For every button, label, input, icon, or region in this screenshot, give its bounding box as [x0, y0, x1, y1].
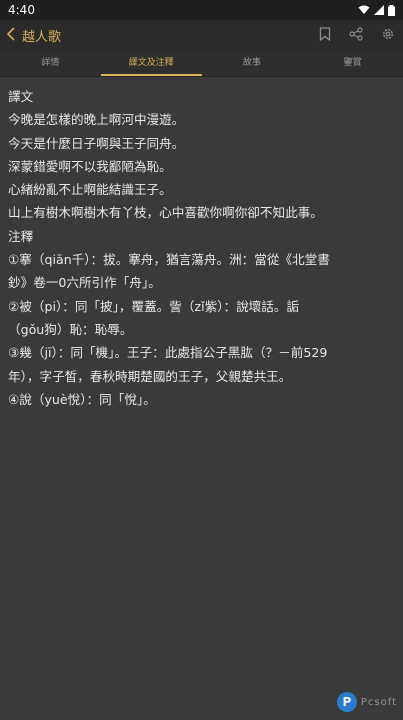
article-content: 譯文 今晚是怎樣的晚上啊河中漫遊。 今天是什麼日子啊與王子同舟。 深蒙錯愛啊不以… — [0, 77, 403, 411]
status-bar: 4:40 — [0, 0, 403, 20]
status-time: 4:40 — [8, 3, 35, 17]
signal-icon — [374, 5, 384, 15]
translation-line: 深蒙錯愛啊不以我鄙陋為恥。 — [8, 158, 172, 174]
watermark-text: Pcsoft — [360, 696, 397, 708]
tab-details[interactable]: 詳情 — [0, 50, 101, 76]
app-bar: 越人歌 — [0, 20, 403, 50]
wifi-icon — [358, 5, 370, 14]
note-line: （gǒu狗）恥：恥辱。 — [8, 321, 133, 337]
note-line: 年），字子皙，春秋時期楚國的王子，父親楚共王。 — [8, 368, 292, 384]
battery-icon — [388, 4, 395, 16]
toolbar-actions — [319, 20, 395, 50]
bookmark-icon[interactable] — [319, 26, 331, 45]
translation-line: 今晚是怎樣的晚上啊河中漫遊。 — [8, 112, 185, 128]
tab-bar: 詳情 譯文及注釋 故事 鑒賞 — [0, 50, 403, 77]
note-line: ①搴（qiān千）：拔。搴舟，猶言蕩舟。洲：當從《北堂書 — [8, 252, 330, 268]
tab-story[interactable]: 故事 — [202, 50, 303, 76]
share-icon[interactable] — [349, 26, 363, 45]
tab-appreciation[interactable]: 鑒賞 — [302, 50, 403, 76]
watermark-logo-icon: P — [336, 692, 357, 712]
note-line: ④說（yuè悅）：同「悅」。 — [8, 391, 156, 407]
page-title: 越人歌 — [22, 29, 62, 45]
note-line: ②被（pi）：同「披」，覆蓋。訾（zǐ紫）：說壞話。詬 — [8, 298, 300, 314]
translation-line: 山上有樹木啊樹木有丫枝，心中喜歡你啊你卻不知此事。 — [8, 205, 323, 221]
status-icons — [358, 4, 395, 16]
section-heading-translation: 譯文 — [8, 89, 34, 104]
tab-translation-notes[interactable]: 譯文及注釋 — [100, 50, 202, 76]
translation-line: 今天是什麼日子啊與王子同舟。 — [8, 135, 185, 151]
section-heading-notes: 注釋 — [8, 228, 34, 244]
translation-line: 心緒紛亂不止啊能結識王子。 — [8, 182, 172, 198]
back-icon[interactable] — [6, 26, 20, 45]
note-line: 鈔》卷一0六所引作「舟」。 — [8, 275, 161, 291]
watermark: P Pcsoft — [336, 692, 397, 712]
settings-icon[interactable] — [381, 26, 395, 45]
note-line: ③幾（jī）：同「機」。王子：此處指公子黑肱（？－前529 — [8, 345, 328, 361]
